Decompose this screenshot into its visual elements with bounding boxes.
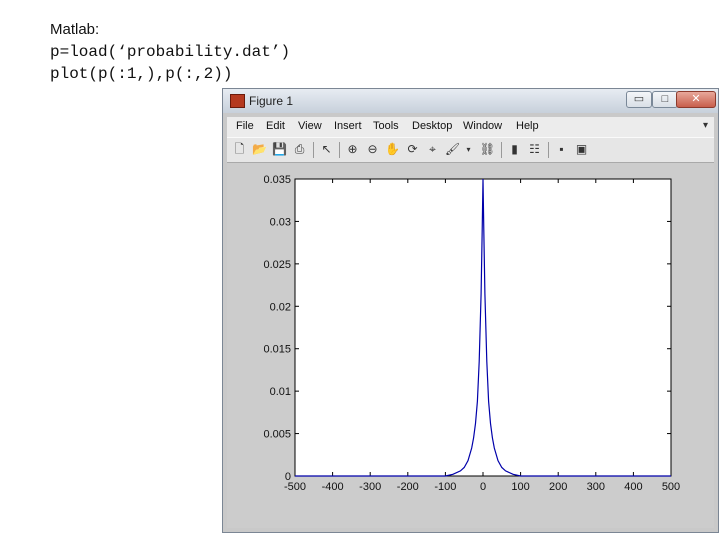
menu-overflow-icon[interactable]: ▾ <box>703 120 708 131</box>
y-tick-label: 0.005 <box>263 429 291 441</box>
figure-window: Figure 1 ▭ □ ✕ File Edit View Insert Too… <box>222 88 719 533</box>
menu-tools[interactable]: Tools <box>373 120 399 132</box>
minimize-button[interactable]: ▭ <box>626 91 652 108</box>
x-tick-label: 300 <box>587 481 605 493</box>
x-tick-label: -200 <box>397 481 419 493</box>
caption-heading: Matlab: <box>50 21 100 38</box>
x-tick-label: -500 <box>284 481 306 493</box>
toolbar-separator <box>339 142 340 158</box>
legend-icon[interactable]: ☷ <box>526 141 543 158</box>
toolbar-separator <box>313 142 314 158</box>
save-icon[interactable]: 💾 <box>271 141 288 158</box>
y-tick-label: 0.035 <box>263 174 291 186</box>
zoom-in-icon[interactable]: ⊕ <box>344 141 361 158</box>
slide-caption: Matlab: p=load(‘probability.dat’) plot(p… <box>50 20 290 85</box>
close-button[interactable]: ✕ <box>676 91 716 108</box>
y-tick-label: 0.015 <box>263 344 291 356</box>
menu-bar: File Edit View Insert Tools Desktop Wind… <box>227 117 714 137</box>
pointer-icon[interactable]: ↖ <box>318 141 335 158</box>
matlab-figure-icon <box>230 94 245 108</box>
show-plot-tools-icon[interactable]: ▣ <box>573 141 590 158</box>
pan-icon[interactable]: ✋ <box>384 141 401 158</box>
window-title: Figure 1 <box>249 94 294 108</box>
toolbar-separator <box>501 142 502 158</box>
figure-toolbar: 🗋 📂 💾 ⎙ ↖ ⊕ ⊖ ✋ ⟳ ⌖ 🖌 ▾ ⛓ ▮ ☷ ▪ ▣ <box>227 137 714 163</box>
menu-edit[interactable]: Edit <box>266 120 285 132</box>
y-tick-label: 0.02 <box>270 301 291 313</box>
print-icon[interactable]: ⎙ <box>291 141 308 158</box>
colorbar-icon[interactable]: ▮ <box>506 141 523 158</box>
menu-insert[interactable]: Insert <box>334 120 362 132</box>
y-tick-label: 0.025 <box>263 259 291 271</box>
open-file-icon[interactable]: 📂 <box>251 141 268 158</box>
axes-background <box>294 178 672 477</box>
x-tick-label: 0 <box>480 481 486 493</box>
title-bar[interactable]: Figure 1 ▭ □ ✕ <box>223 89 718 113</box>
menu-window[interactable]: Window <box>463 120 502 132</box>
rotate-3d-icon[interactable]: ⟳ <box>404 141 421 158</box>
brush-dropdown-icon[interactable]: ▾ <box>460 141 477 158</box>
menu-help[interactable]: Help <box>516 120 539 132</box>
menu-view[interactable]: View <box>298 120 322 132</box>
y-tick-label: 0.03 <box>270 216 291 228</box>
link-plot-icon[interactable]: ⛓ <box>479 141 496 158</box>
x-tick-label: 500 <box>662 481 680 493</box>
x-tick-label: -400 <box>322 481 344 493</box>
maximize-button[interactable]: □ <box>652 91 678 108</box>
x-tick-label: -100 <box>434 481 456 493</box>
x-tick-label: -300 <box>359 481 381 493</box>
code-line-plot: plot(p(:1,),p(:,2)) <box>50 65 233 83</box>
y-tick-label: 0.01 <box>270 386 291 398</box>
menu-file[interactable]: File <box>236 120 254 132</box>
figure-canvas: 0 0.005 0.01 0.015 0.02 0.025 0.03 0.035 -500 -4… <box>227 163 714 528</box>
data-cursor-icon[interactable]: ⌖ <box>424 141 441 158</box>
x-tick-label: 400 <box>624 481 642 493</box>
x-tick-label: 200 <box>549 481 567 493</box>
toolbar-separator <box>548 142 549 158</box>
x-tick-label: 100 <box>511 481 529 493</box>
brush-icon[interactable]: 🖌 <box>444 141 461 158</box>
code-line-load: p=load(‘probability.dat’) <box>50 43 291 61</box>
hide-plot-tools-icon[interactable]: ▪ <box>553 141 570 158</box>
menu-desktop[interactable]: Desktop <box>412 120 452 132</box>
new-figure-icon[interactable]: 🗋 <box>231 141 248 158</box>
zoom-out-icon[interactable]: ⊖ <box>364 141 381 158</box>
plot-svg: 0 0.005 0.01 0.015 0.02 0.025 0.03 0.035 -500 -4… <box>263 174 680 493</box>
